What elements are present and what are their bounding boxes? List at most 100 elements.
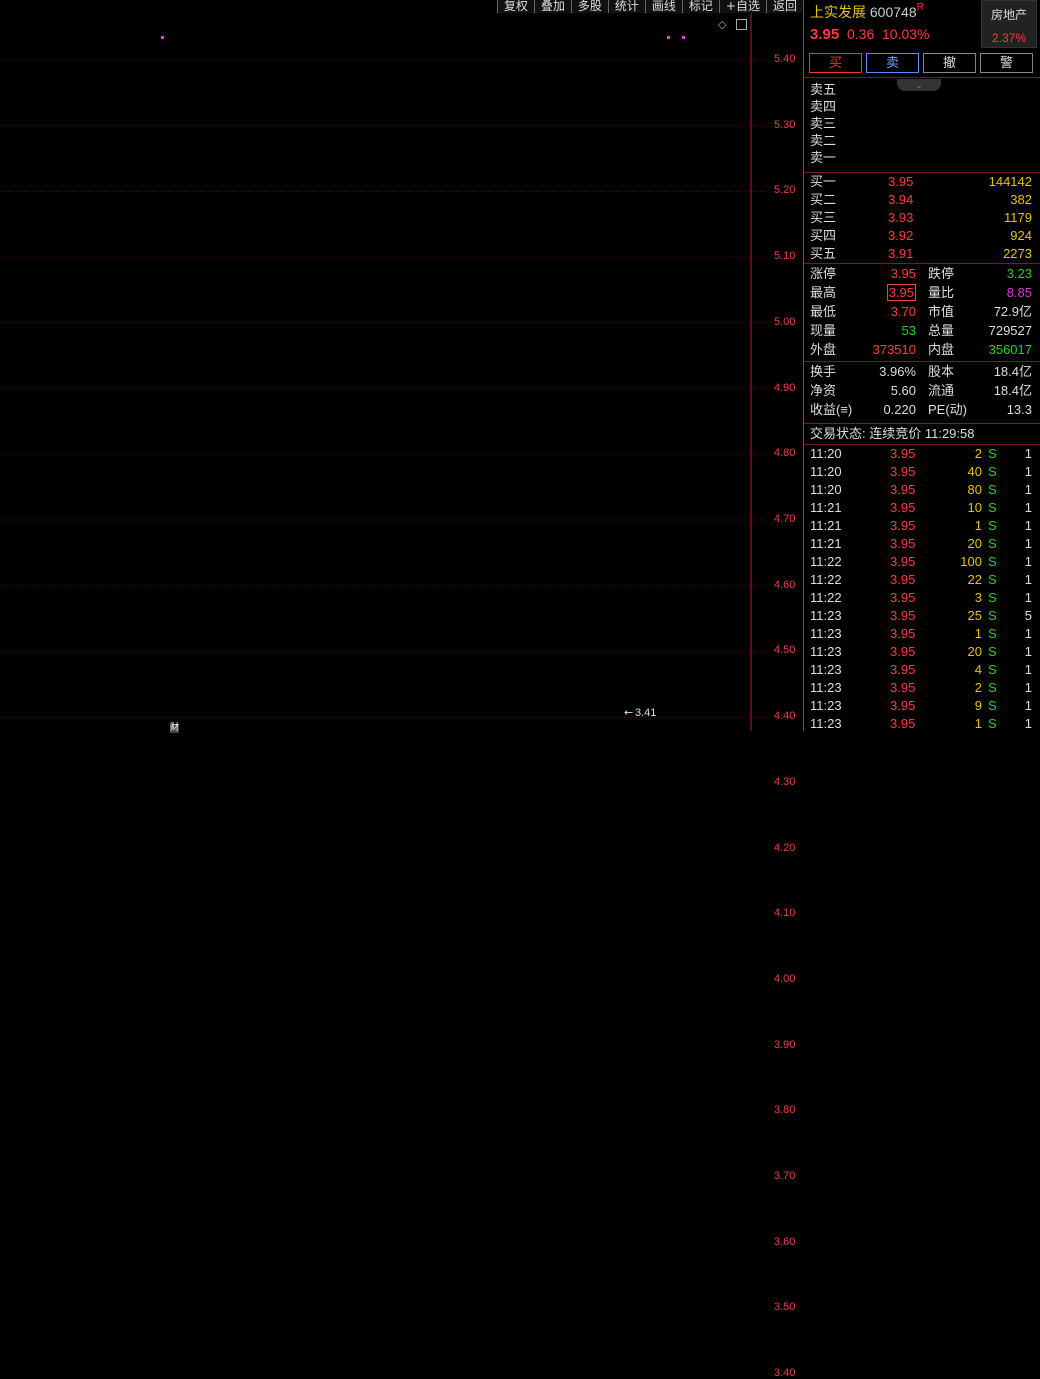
bid-label: 买三 [810,210,837,225]
tick-time: 11:22 [810,554,842,569]
tick-count: 1 [1024,500,1032,515]
ask-row[interactable]: 卖二 [810,132,1032,150]
tick-volume: 2 [974,680,982,695]
alert-button[interactable]: 警 [980,53,1033,73]
stat-value: 729527 [988,323,1032,338]
tick-time: 11:21 [810,536,842,551]
tick-side: S [988,500,997,515]
stat-value: 3.23 [1006,266,1032,281]
bid-row[interactable]: 买一 3.95 144142 [810,173,1032,191]
stat-row: 换手 3.96% 股本 18.4亿 [810,363,1032,381]
toolbar-fuquan[interactable]: 复权 [496,0,534,13]
tick-row: 11:22 3.95 3 S 1 [810,589,1032,607]
stat-value: 3.70 [890,304,916,319]
ask-row[interactable]: 卖五 [810,81,1032,99]
toolbar-add-watchlist[interactable]: +自选 [718,0,766,13]
stat-label: 最低 [810,304,837,319]
price-axis-label: 3.60 [774,1235,796,1248]
kline-svg[interactable] [0,0,803,731]
toolbar-biaoji[interactable]: 标记 [681,0,719,13]
tick-volume: 40 [967,464,982,479]
tick-volume: 25 [967,608,982,623]
tick-volume: 10 [967,500,982,515]
stat-label: 跌停 [928,266,955,281]
toolbar-huaxian[interactable]: 画线 [644,0,682,13]
tick-side: S [988,590,997,605]
tick-row: 11:21 3.95 20 S 1 [810,535,1032,553]
stock-name: 上实发展 [810,4,866,20]
tick-count: 1 [1024,662,1032,677]
tick-row: 11:23 3.95 4 S 1 [810,661,1032,679]
diamond-icon[interactable]: ◇ [718,18,726,31]
toolbar-diejia[interactable]: 叠加 [533,0,571,13]
bid-volume: 382 [1010,192,1032,207]
stat-row: 涨停 3.95 跌停 3.23 [810,265,1032,283]
chart-toolbar: 复权 叠加 多股 统计 画线 标记 +自选 返回 [496,0,803,14]
tick-price: 3.95 [890,536,916,551]
stat-value: 18.4亿 [993,364,1032,379]
price-axis-label: 4.40 [774,710,796,723]
tick-time: 11:20 [810,464,842,479]
tick-side: S [988,446,997,461]
ask-row[interactable]: 卖一 [810,149,1032,167]
stat-value: 373510 [872,342,916,357]
tick-price: 3.95 [890,680,916,695]
stat-label: PE(动) [928,402,968,417]
tick-count: 1 [1024,716,1032,731]
event-marker[interactable] [667,36,670,39]
divider [804,77,1040,78]
toolbar-back[interactable]: 返回 [765,0,803,13]
sector-pct: 2.37% [991,31,1027,45]
bid-row[interactable]: 买五 3.91 2273 [810,245,1032,263]
stat-value: 3.96% [879,364,916,379]
tick-price: 3.95 [890,500,916,515]
stat-value: 72.9亿 [993,304,1032,319]
stat-label: 涨停 [810,266,837,281]
tick-count: 1 [1024,446,1032,461]
stat-value: 8.85 [1006,285,1032,300]
bid-row[interactable]: 买四 3.92 924 [810,227,1032,245]
ask-label: 卖三 [810,116,837,131]
kline-chart[interactable]: 复权 叠加 多股 统计 画线 标记 +自选 返回 5.40 5.30 5.20 5.1… [0,0,803,1379]
sector-box[interactable]: 房地产 2.37% [981,0,1037,48]
tick-row: 11:23 3.95 1 S 1 [810,625,1032,643]
tick-count: 1 [1024,698,1032,713]
price-pct: 10.03% [882,26,930,42]
tick-side: S [988,464,997,479]
price-axis-label: 4.70 [774,512,796,525]
stat-row: 最低 3.70 市值 72.9亿 [810,303,1032,321]
stat-label: 现量 [810,323,837,338]
cancel-button[interactable]: 撤 [923,53,976,73]
tick-time: 11:22 [810,572,842,587]
layout-icon[interactable] [736,19,747,30]
price-axis-label: 5.00 [774,315,796,328]
bid-label: 买一 [810,174,837,189]
bid-row[interactable]: 买二 3.94 382 [810,191,1032,209]
ask-row[interactable]: 卖四 [810,98,1032,116]
bid-price: 3.93 [888,210,914,225]
fin-report-marker[interactable]: 财 [170,724,180,733]
event-marker[interactable] [161,36,164,39]
toolbar-duogu[interactable]: 多股 [570,0,608,13]
toolbar-tongji[interactable]: 统计 [607,0,645,13]
tick-price: 3.95 [890,446,916,461]
tick-volume: 4 [974,662,982,677]
bid-volume: 924 [1010,228,1032,243]
price-axis-label: 5.30 [774,118,796,131]
price-axis-label: 4.10 [774,907,796,920]
tick-row: 11:22 3.95 100 S 1 [810,553,1032,571]
price-axis-label: 3.90 [774,1038,796,1051]
tick-time: 11:21 [810,500,842,515]
tick-row: 11:23 3.95 2 S 1 [810,679,1032,697]
bid-row[interactable]: 买三 3.93 1179 [810,209,1032,227]
event-marker[interactable] [682,36,685,39]
tick-count: 1 [1024,554,1032,569]
sell-button[interactable]: 卖 [866,53,919,73]
price-change: 0.36 [846,26,875,42]
bid-label: 买四 [810,228,837,243]
tick-volume: 20 [967,536,982,551]
ask-row[interactable]: 卖三 [810,115,1032,133]
buy-button[interactable]: 买 [809,53,862,73]
tick-side: S [988,482,997,497]
sector-name: 房地产 [990,8,1027,22]
